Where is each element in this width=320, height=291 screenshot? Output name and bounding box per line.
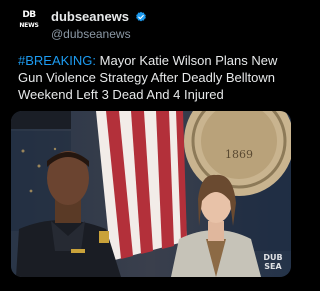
account-handle[interactable]: @dubseanews [51, 26, 147, 42]
press-conference-photo: 1869 [11, 111, 291, 277]
account-display-name[interactable]: dubseanews [51, 9, 129, 25]
tweet-text: #BREAKING: Mayor Katie Wilson Plans New … [18, 52, 288, 103]
dubsea-watermark: DUB SEA [261, 253, 285, 271]
tweet-header: DB NEWS dubseanews @dubseanews [18, 8, 288, 42]
seal-year: 1869 [225, 148, 253, 161]
watermark-line1: DUB [263, 253, 283, 262]
account-names: dubseanews @dubseanews [51, 8, 147, 42]
verified-badge-icon [136, 11, 147, 22]
watermark-line2: SEA [264, 262, 282, 271]
flag-graphic [96, 111, 187, 261]
account-avatar[interactable]: DB NEWS [18, 10, 40, 40]
avatar-logo-line1: DB [22, 10, 36, 20]
tweet-media-image[interactable]: 1869 DUB SEA [11, 111, 291, 277]
hashtag-link[interactable]: #BREAKING: [18, 53, 96, 68]
avatar-logo-line2: NEWS [19, 22, 39, 29]
